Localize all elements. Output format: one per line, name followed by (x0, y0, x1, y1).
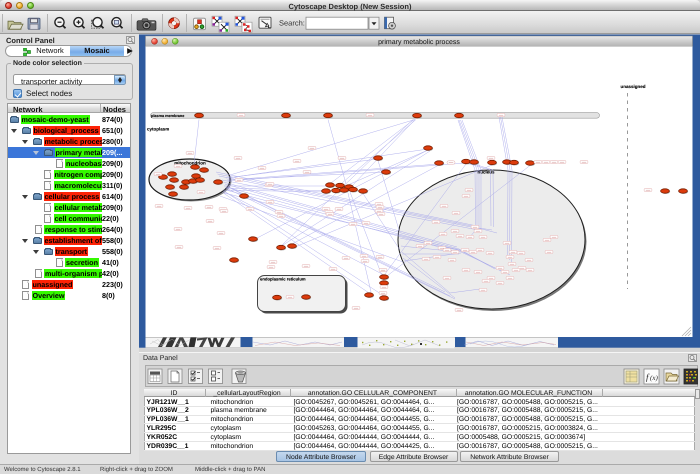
svg-text:Search:: Search: (279, 19, 305, 28)
svg-text:plasma membrane: plasma membrane (151, 114, 184, 118)
svg-text:endoplasmic reticulum: endoplasmic reticulum (260, 277, 306, 282)
svg-text:nucleus: nucleus (477, 170, 495, 175)
svg-text:cytoplasm: cytoplasm (147, 127, 169, 132)
svg-text:unassigned: unassigned (620, 84, 645, 89)
svg-text:(x): (x) (650, 374, 658, 382)
svg-text:primary metabolic process: primary metabolic process (378, 38, 460, 46)
